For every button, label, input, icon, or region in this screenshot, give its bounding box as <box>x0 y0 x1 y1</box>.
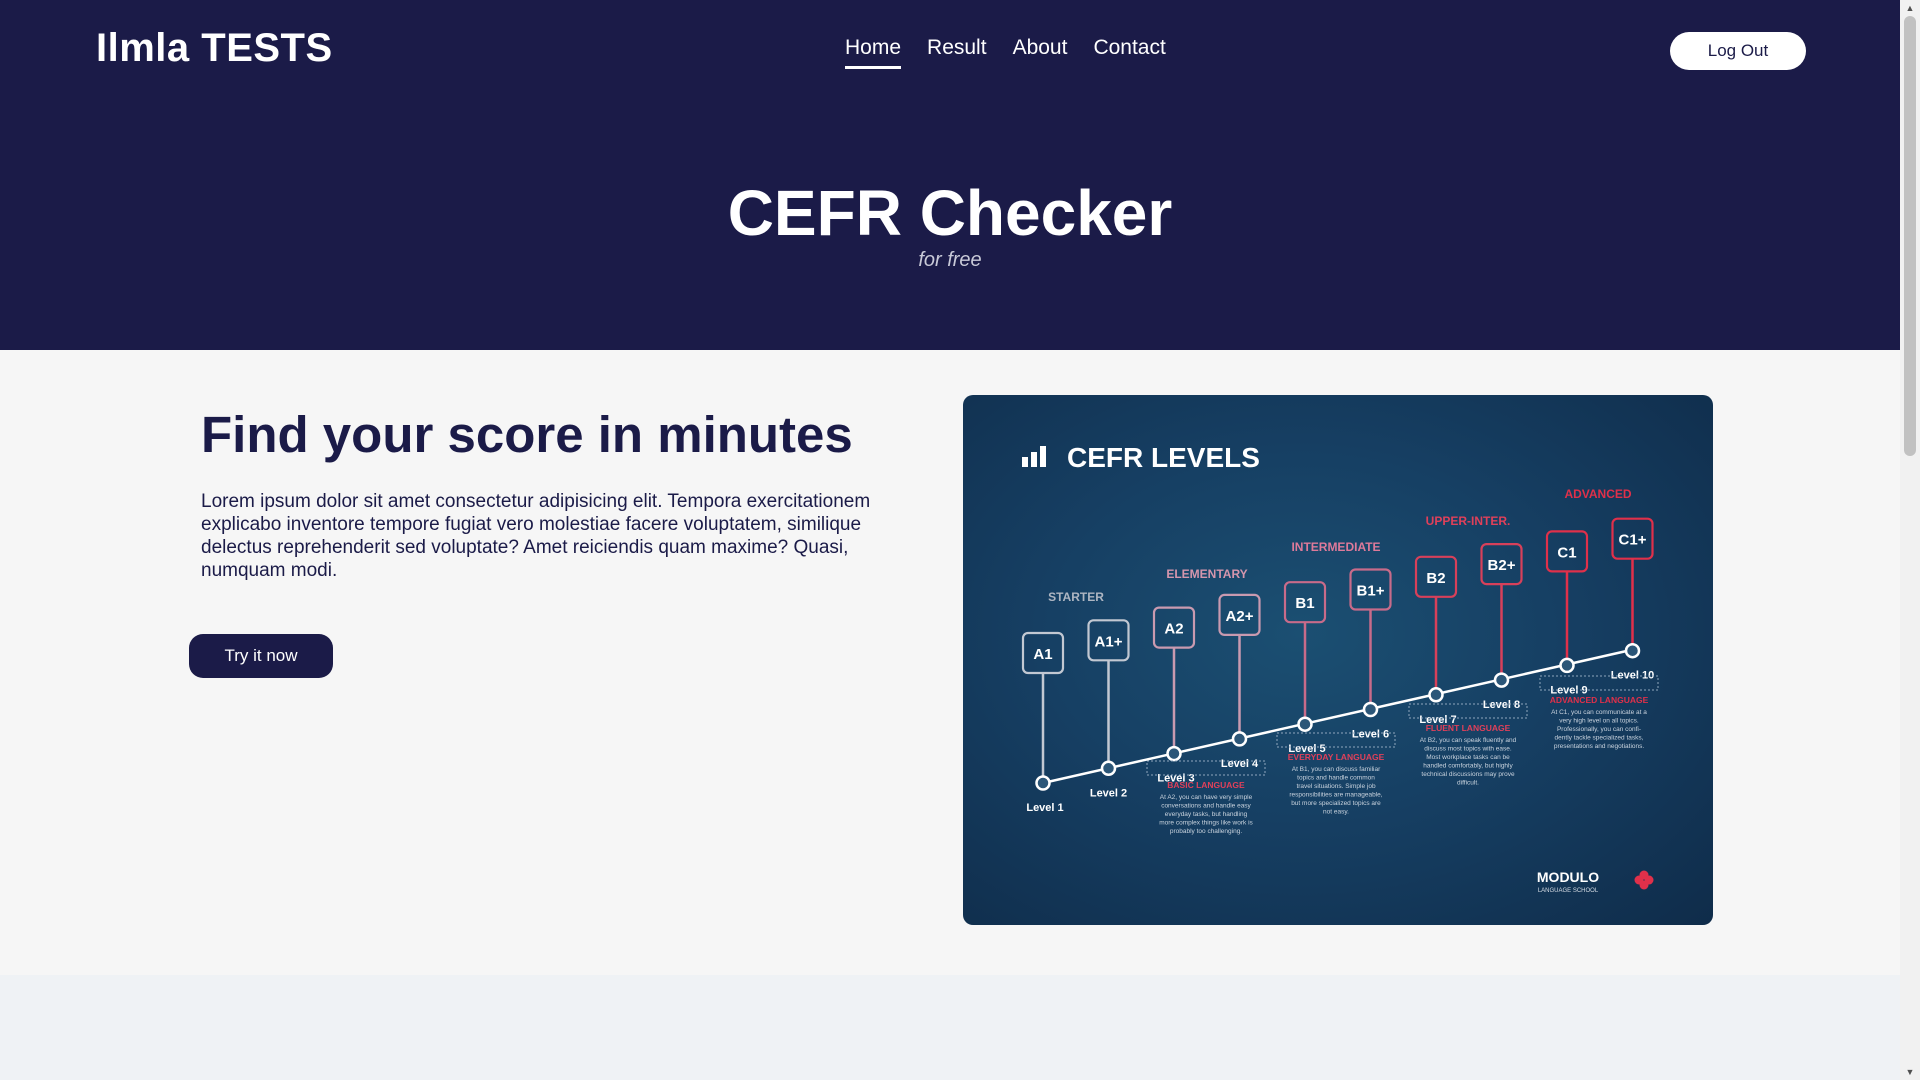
modulo-logo-subtext: LANGUAGE SCHOOL <box>1538 888 1599 894</box>
section-text: Lorem ipsum dolor sit amet consectetur a… <box>201 491 871 581</box>
level-badge-text: A1 <box>1033 646 1052 663</box>
level-label: Level 8 <box>1483 699 1520 711</box>
level-badge-text: B1 <box>1295 595 1314 612</box>
hero-title: CEFR Checker <box>727 177 1173 249</box>
level-node <box>1166 745 1182 762</box>
cefr-levels-graphic: CEFR LEVELS STARTER ELEMENTARY INTERMEDI… <box>1021 442 1659 894</box>
page: Ilmla TESTS Home Result About Contact Lo… <box>0 0 1900 1080</box>
vertical-scrollbar[interactable]: ▲ ▼ <box>1900 0 1920 1080</box>
description-line: Most workplace tasks can be <box>1426 754 1510 761</box>
level-node <box>1624 642 1641 659</box>
level-marker: A2Level 3 <box>1152 606 1196 785</box>
level-badge-text: A2 <box>1164 621 1183 638</box>
description-line: handled comfortably, but highly <box>1423 763 1513 770</box>
site-header: Ilmla TESTS Home Result About Contact Lo… <box>0 0 1900 350</box>
level-node <box>1100 760 1117 777</box>
description-title: BASIC LANGUAGE <box>1167 780 1245 790</box>
description-line: travel situations. Simple job <box>1296 783 1376 790</box>
level-node <box>1297 716 1313 732</box>
description-line: difficult. <box>1457 780 1479 787</box>
main-nav: Home Result About Contact <box>845 36 1166 69</box>
description-line: At A2, you can have very simple <box>1160 794 1253 801</box>
level-node <box>1035 775 1051 791</box>
nav-about[interactable]: About <box>1013 36 1068 69</box>
level-badge-text: C1 <box>1557 544 1576 561</box>
description-line: At B2, you can speak fluently and <box>1420 737 1517 744</box>
try-it-now-button[interactable]: Try it now <box>189 634 333 678</box>
description-title: FLUENT LANGUAGE <box>1426 723 1511 733</box>
group-label-advanced: ADVANCED <box>1564 487 1631 501</box>
level-descriptions: BASIC LANGUAGE At A2, you can have very s… <box>1146 675 1659 835</box>
group-label-elementary: ELEMENTARY <box>1166 567 1247 581</box>
description-line: responsibilities are manageable, <box>1289 792 1382 799</box>
bar-chart-icon <box>1022 446 1046 467</box>
description-line: technical discussions may prove <box>1421 771 1515 778</box>
section-title: Find your score in minutes <box>201 406 853 463</box>
description-line: topics and handle common <box>1297 775 1375 782</box>
description-line: probably too challenging. <box>1170 828 1242 835</box>
progress-line <box>1042 648 1632 785</box>
level-marker: A1 Level 1 <box>1021 631 1065 814</box>
description-title: EVERYDAY LANGUAGE <box>1288 752 1385 762</box>
description-line: conversations and handle easy <box>1161 803 1251 810</box>
level-node <box>1231 731 1248 747</box>
brand-logo[interactable]: Ilmla TESTS <box>96 26 333 71</box>
group-label-starter: STARTER <box>1048 590 1104 604</box>
scrollbar-thumb[interactable] <box>1904 16 1916 456</box>
description-line: At B1, you can discuss familiar <box>1292 766 1381 773</box>
logout-button[interactable]: Log Out <box>1670 32 1806 70</box>
group-label-intermediate: INTERMEDIATE <box>1291 540 1380 554</box>
scroll-up-arrow-icon[interactable]: ▲ <box>1900 0 1920 16</box>
scroll-down-arrow-icon[interactable]: ▼ <box>1900 1064 1920 1080</box>
level-marker: B2+ Level 8 <box>1480 543 1523 711</box>
level-badge-text: B1+ <box>1357 583 1385 600</box>
description-line: presentations and negotiations. <box>1554 743 1645 750</box>
level-marker: B1+ Level 6 <box>1349 568 1392 741</box>
level-marker: C1Level 9 <box>1545 530 1589 696</box>
group-label-upper-intermediate: UPPER-INTER. <box>1426 514 1511 528</box>
modulo-logo-text: MODULO <box>1537 869 1599 885</box>
level-marker: C1+Level 10 <box>1611 517 1654 682</box>
level-badge-text: A2+ <box>1226 608 1254 625</box>
description-title: ADVANCED LANGUAGE <box>1550 695 1649 705</box>
level-node <box>1428 687 1444 703</box>
nav-contact[interactable]: Contact <box>1093 36 1165 69</box>
level-marker: A2+ Level 4 <box>1218 593 1261 770</box>
description-line: more complex things like work is <box>1159 820 1253 827</box>
level-label: Level 4 <box>1221 758 1259 770</box>
level-node <box>1559 657 1575 674</box>
description-line: Professionally, you can confi- <box>1557 726 1641 733</box>
level-marker: B1Level 5 <box>1283 581 1327 755</box>
nav-result[interactable]: Result <box>927 36 987 69</box>
level-label: Level 1 <box>1026 802 1063 814</box>
cefr-levels-infographic: CEFR LEVELS STARTER ELEMENTARY INTERMEDI… <box>963 395 1713 925</box>
hero-subtitle: for free <box>918 249 982 271</box>
level-label: Level 6 <box>1352 729 1389 741</box>
next-section-band <box>0 975 1900 1080</box>
description-line: discuss most topics with ease. <box>1424 746 1512 753</box>
level-badge-text: B2+ <box>1488 557 1516 574</box>
level-node <box>1493 672 1510 688</box>
description-line: dently tackle specialized tasks, <box>1555 735 1644 742</box>
modulo-flower-icon <box>1634 870 1654 890</box>
description-line: but more specialized topics are <box>1291 800 1381 807</box>
level-label: Level 2 <box>1090 787 1127 799</box>
level-badge-text: C1+ <box>1619 532 1647 549</box>
description-line: everyday tasks, but handling <box>1165 811 1248 818</box>
description-line: very high level on all topics. <box>1559 718 1639 725</box>
nav-home[interactable]: Home <box>845 36 902 69</box>
level-node <box>1362 701 1379 718</box>
level-badge-text: B2 <box>1426 570 1445 587</box>
level-marker: B2Level 7 <box>1414 555 1458 726</box>
level-badge-text: A1+ <box>1095 633 1123 650</box>
description-line: not easy. <box>1323 809 1349 816</box>
description-line: At C1, you can communicate at a <box>1551 709 1647 716</box>
infographic-title: CEFR LEVELS <box>1067 442 1260 473</box>
